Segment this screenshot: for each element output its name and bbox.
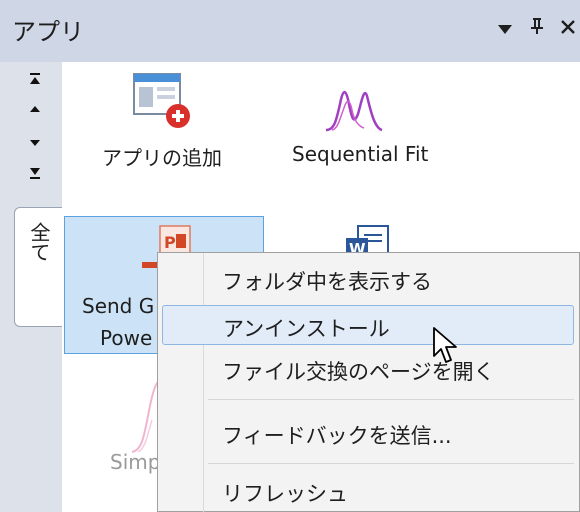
menu-item-label: フォルダ中を表示する [222, 270, 432, 294]
menu-item-refresh[interactable]: リフレッシュ [162, 471, 574, 511]
tab-all-label: 全て [27, 222, 51, 262]
apps-panel: アプリ 全て アプリの追加 Sequential Fit P Send G Po… [0, 0, 580, 512]
menu-item-label: フィードバックを送信... [222, 424, 452, 448]
app-label-send-graph-line1: Send G [82, 294, 155, 318]
add-app-icon[interactable] [132, 72, 192, 130]
mouse-cursor-icon [432, 326, 460, 366]
scroll-up-icon[interactable] [24, 98, 46, 120]
app-label-sequential-fit: Sequential Fit [292, 142, 429, 166]
panel-title: アプリ [12, 18, 84, 46]
peak-fit-icon[interactable] [324, 74, 384, 134]
menu-separator [208, 463, 574, 464]
tab-all[interactable]: 全て [14, 207, 62, 327]
app-label-send-graph-line2: Powe [100, 326, 153, 350]
dropdown-icon[interactable] [498, 16, 512, 42]
menu-item-send-feedback[interactable]: フィードバックを送信... [162, 413, 574, 453]
panel-title-bar: アプリ [0, 0, 580, 62]
menu-item-open-file-exchange[interactable]: ファイル交換のページを開く [162, 349, 574, 389]
scroll-to-top-icon[interactable] [24, 68, 46, 90]
side-navigation-strip: 全て [0, 62, 62, 512]
scroll-down-icon[interactable] [24, 132, 46, 154]
close-icon[interactable] [560, 16, 576, 42]
menu-item-label: リフレッシュ [222, 482, 348, 506]
svg-text:P: P [164, 233, 176, 252]
menu-item-label: アンインストール [223, 317, 390, 341]
menu-item-uninstall[interactable]: アンインストール [162, 305, 574, 345]
pin-icon[interactable] [530, 16, 544, 42]
app-label-simple: Simp [110, 450, 161, 474]
menu-item-show-in-folder[interactable]: フォルダ中を表示する [162, 259, 574, 299]
scroll-to-bottom-icon[interactable] [24, 162, 46, 184]
menu-separator [208, 399, 574, 400]
app-label-add-app: アプリの追加 [102, 146, 222, 170]
context-menu: フォルダ中を表示する アンインストール ファイル交換のページを開く フィードバッ… [157, 252, 580, 512]
